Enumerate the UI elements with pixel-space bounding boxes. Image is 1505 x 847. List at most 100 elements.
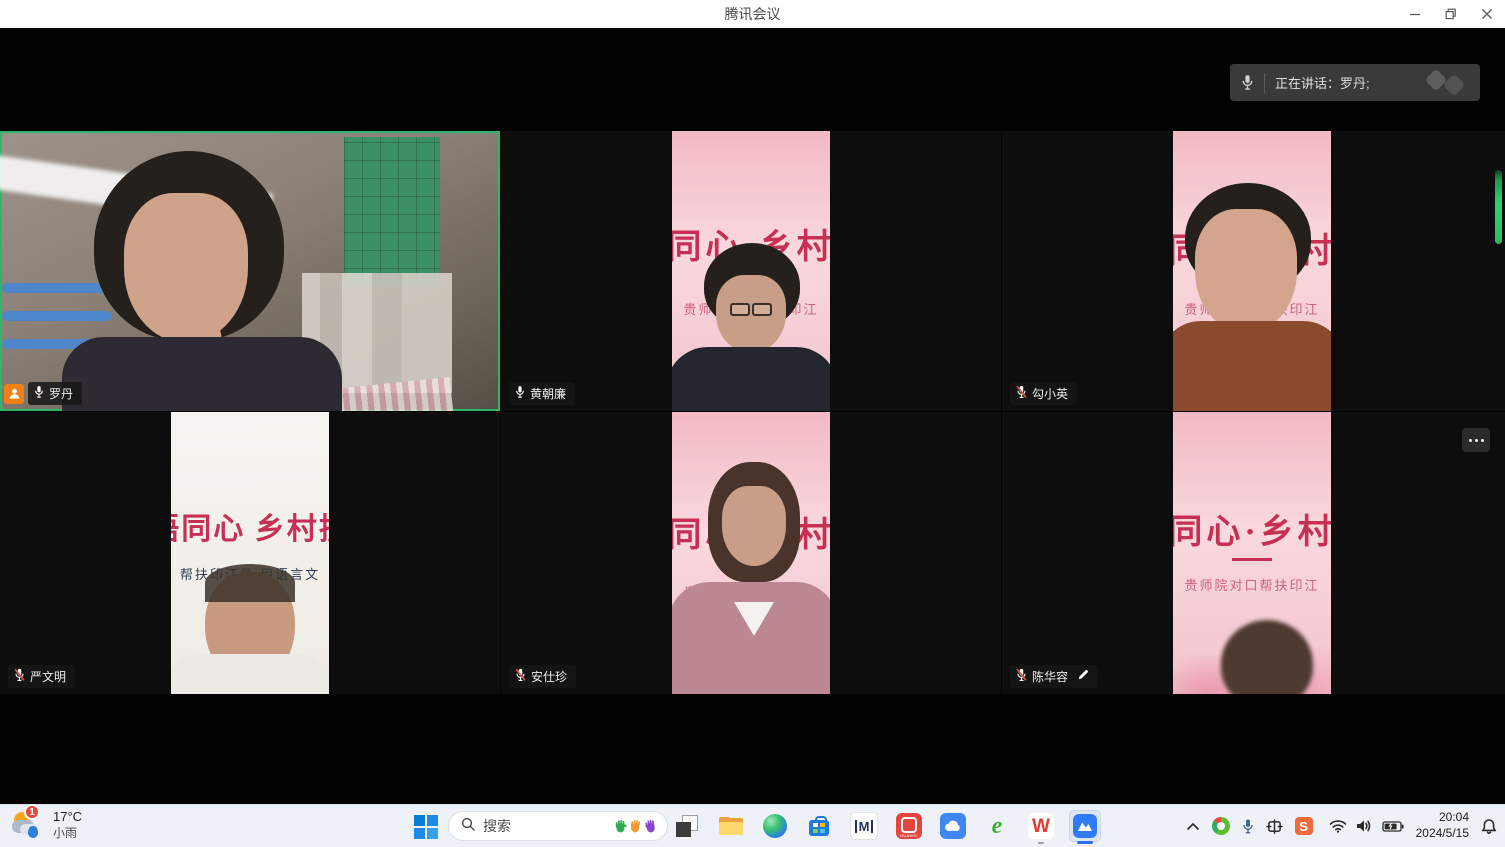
banner-divider (1264, 73, 1265, 93)
tray-clock[interactable]: 20:04 2024/5/15 (1416, 810, 1469, 841)
microsoft-store-button[interactable] (806, 813, 832, 839)
search-highlight-hands-icon (614, 819, 657, 833)
tray-speaker-icon[interactable] (1355, 819, 1372, 833)
hands-decoration-icon (1428, 72, 1472, 94)
task-view-button[interactable] (674, 813, 700, 839)
start-button[interactable] (414, 814, 440, 839)
weather-condition: 小雨 (53, 826, 82, 841)
participant-name: 罗丹 (49, 387, 73, 401)
close-button[interactable] (1469, 0, 1505, 28)
weather-temp: 17°C (53, 809, 82, 825)
participant-name: 勾小英 (1032, 387, 1068, 401)
scrollbar-thumb[interactable] (1495, 170, 1502, 244)
tencent-meeting-button[interactable] (1072, 813, 1098, 839)
video-tile-yanwenming[interactable]: 语同心 乡村振 帮扶印江县 用语言文 严文明 (0, 412, 500, 694)
mic-muted-icon (515, 668, 526, 685)
participant-name: 安仕珍 (531, 670, 567, 684)
meeting-stage: 正在讲话： 罗丹; (0, 28, 1505, 805)
more-options-button[interactable] (1462, 428, 1490, 452)
clock-time: 20:04 (1416, 810, 1469, 826)
participant-name: 黄朝廉 (530, 387, 566, 401)
person-glasses (730, 303, 774, 313)
tray-input-method-icon[interactable] (1266, 819, 1283, 834)
video-tile-gouxiaoying[interactable]: 同心·乡村 贵师院对口帮扶印江 勾小英 (1002, 131, 1505, 411)
video-tile-huangchaolian[interactable]: 同心·乡村 贵师院对口帮扶印江 黄朝廉 (501, 131, 1001, 411)
person-body (672, 582, 830, 694)
anshizhen-video: 同心·乡村 贵师院对口帮扶印江 (672, 412, 830, 694)
system-tray: S 20:04 2024/5/15 (1186, 805, 1497, 847)
running-indicator (1038, 842, 1044, 844)
name-tag: 陈华容 (1010, 665, 1098, 688)
window-controls (1397, 0, 1505, 28)
restore-button[interactable] (1433, 0, 1469, 28)
name-tag: 安仕珍 (509, 665, 576, 688)
person-face (1195, 209, 1297, 333)
search-placeholder: 搜索 (483, 816, 606, 836)
m-app-glyph: M (855, 820, 874, 833)
video-tile-luodan[interactable]: 罗丹 (0, 131, 500, 411)
poster-title: 语同心 乡村振 (171, 504, 329, 548)
person-body (62, 337, 342, 411)
taskbar-app-icons: M HUAWEI e W (674, 812, 1098, 840)
m-app-button[interactable]: M (850, 812, 878, 840)
video-tile-chenhuarong[interactable]: 同心·乡村 贵师院对口帮扶印江 陈华容 (1002, 412, 1505, 694)
yanwenming-video: 语同心 乡村振 帮扶印江县 用语言文 (171, 412, 329, 694)
microphone-icon (1230, 74, 1264, 91)
tray-sogou-input-icon[interactable]: S (1295, 817, 1313, 835)
person-body (171, 654, 329, 694)
tray-microphone-icon[interactable] (1242, 818, 1254, 835)
chenhuarong-video: 同心·乡村 贵师院对口帮扶印江 (1173, 412, 1331, 694)
tray-wifi-icon[interactable] (1329, 819, 1347, 833)
speaking-name: 罗丹; (1340, 73, 1370, 92)
tray-360-safe-icon[interactable] (1212, 817, 1230, 835)
gouxiaoying-video: 同心·乡村 贵师院对口帮扶印江 (1173, 131, 1331, 411)
annotating-pencil-icon (1077, 669, 1089, 684)
weather-rain-icon: 1 (12, 808, 46, 842)
windows-logo-icon (414, 815, 425, 826)
tray-notifications-bell-icon[interactable] (1481, 818, 1497, 835)
minimize-icon (1409, 8, 1421, 20)
ie-glyph: e (992, 814, 1003, 838)
huawei-appgallery-button[interactable]: HUAWEI (896, 813, 922, 839)
wps-glyph: W (1032, 817, 1050, 836)
person-body (1173, 321, 1331, 411)
tray-chevron-up-icon[interactable] (1186, 822, 1200, 831)
ie-green-browser-button[interactable]: e (984, 813, 1010, 839)
window-title: 腾讯会议 (725, 4, 781, 24)
host-badge-icon (4, 384, 24, 404)
search-icon (461, 817, 475, 836)
person-face (722, 486, 786, 566)
tencent-meeting-window: 腾讯会议 正在讲话： 罗丹; (0, 0, 1505, 847)
video-tile-anshizhen[interactable]: 同心·乡村 贵师院对口帮扶印江 安仕珍 (501, 412, 1001, 694)
taskbar: 1 17°C 小雨 搜索 (0, 804, 1505, 847)
huangchaolian-video: 同心·乡村 贵师院对口帮扶印江 (672, 131, 830, 411)
wps-office-button[interactable]: W (1028, 813, 1054, 839)
clock-date: 2024/5/15 (1416, 826, 1469, 842)
sogou-glyph: S (1299, 819, 1308, 834)
huawei-cloud-button[interactable] (940, 813, 966, 839)
person-hair (205, 564, 295, 602)
file-explorer-button[interactable] (718, 813, 744, 839)
speaking-label: 正在讲话： (1275, 73, 1340, 92)
name-tag: 严文明 (8, 665, 75, 688)
mic-muted-icon (1016, 385, 1027, 402)
close-icon (1481, 8, 1493, 20)
edge-browser-button[interactable] (762, 813, 788, 839)
minimize-button[interactable] (1397, 0, 1433, 28)
bed-rail (2, 311, 112, 321)
participant-name: 陈华容 (1032, 670, 1068, 684)
person-face (716, 275, 786, 353)
name-tag: 勾小英 (1010, 382, 1077, 405)
weather-widget[interactable]: 1 17°C 小雨 (12, 808, 82, 842)
name-tag: 黄朝廉 (509, 382, 575, 405)
notification-badge: 1 (24, 804, 40, 820)
window-titlebar: 腾讯会议 (0, 0, 1505, 28)
search-input[interactable]: 搜索 (448, 811, 668, 841)
huawei-glyph: HUAWEI (900, 833, 918, 838)
person-body (672, 347, 830, 411)
poster-divider (1232, 558, 1272, 561)
cloud-icon (944, 819, 962, 833)
luodan-video (0, 131, 500, 411)
speaking-banner: 正在讲话： 罗丹; (1230, 64, 1480, 101)
tray-battery-icon[interactable] (1382, 820, 1404, 832)
